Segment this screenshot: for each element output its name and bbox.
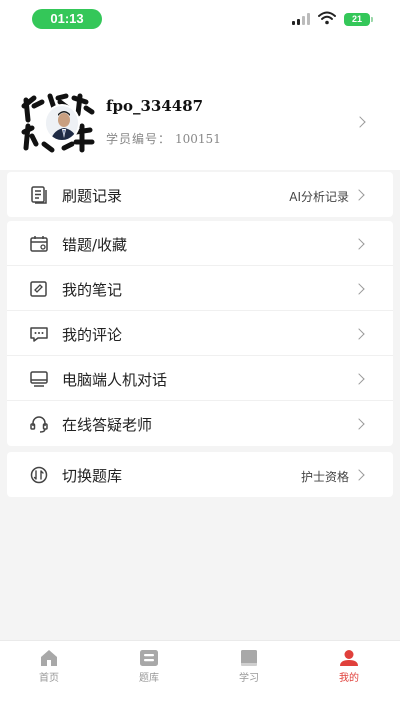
home-icon	[41, 650, 57, 666]
status-time: 01:13	[32, 9, 102, 29]
tab-study[interactable]: 学习	[224, 647, 274, 687]
note-icon	[30, 281, 47, 297]
document-icon	[31, 186, 47, 204]
menu-item-label: 我的评论	[62, 326, 123, 344]
calendar-icon	[30, 236, 48, 252]
records-card: 刷题记录 AI分析记录	[7, 172, 393, 217]
student-id-value: 100151	[175, 132, 221, 146]
tab-mine[interactable]: 我的	[324, 647, 374, 687]
bottom-tab-bar: 首页 题库 学习 我的	[0, 640, 400, 690]
chevron-right-icon	[353, 238, 365, 250]
wifi-icon	[318, 11, 336, 25]
avatar[interactable]	[20, 92, 96, 154]
username: fpo_334487	[106, 97, 204, 115]
menu-item-label: 刷题记录	[62, 187, 123, 205]
headset-icon	[30, 416, 48, 433]
menu-item-label: 切换题库	[62, 467, 123, 485]
menu-item-comments[interactable]: 我的评论	[7, 311, 393, 356]
avatar-photo	[44, 104, 80, 142]
profile-icon	[340, 650, 358, 666]
menu-item-label: 错题/收藏	[62, 236, 128, 254]
menu-item-computer-dialogue[interactable]: 电脑端人机对话	[7, 356, 393, 401]
menu-item-online-teacher[interactable]: 在线答疑老师	[7, 401, 393, 446]
menu-item-label: 电脑端人机对话	[62, 371, 168, 389]
menu-item-notes[interactable]: 我的笔记	[7, 266, 393, 311]
tab-label: 首页	[39, 673, 59, 684]
comment-icon	[30, 327, 48, 342]
ai-analysis-link[interactable]: AI分析记录	[289, 188, 349, 205]
chevron-right-icon	[353, 283, 365, 295]
computer-icon	[30, 371, 48, 387]
menu-card: 错题/收藏 我的笔记 我的评论 电脑端人机对话 在线答疑老师	[7, 221, 393, 446]
chevron-right-icon	[353, 189, 365, 201]
book-icon	[241, 650, 257, 666]
menu-item-switch-bank[interactable]: 切换题库 护士资格	[7, 452, 393, 497]
tab-label: 我的	[339, 673, 359, 684]
status-bar: 01:13 21	[0, 0, 400, 38]
home-indicator-area	[0, 690, 400, 710]
tab-label: 题库	[139, 673, 159, 684]
switch-icon	[30, 466, 48, 484]
chevron-right-icon	[353, 418, 365, 430]
current-bank-value: 护士资格	[300, 470, 349, 484]
student-id-label: 学员编号：	[106, 132, 172, 146]
menu-item-label: 我的笔记	[62, 281, 123, 299]
tab-home[interactable]: 首页	[24, 647, 74, 687]
signal-icon	[292, 13, 312, 25]
menu-item-wrong-favorites[interactable]: 错题/收藏	[7, 221, 393, 266]
question-bank-icon	[140, 650, 158, 666]
chevron-right-icon	[353, 469, 365, 481]
battery-icon: 21	[344, 13, 373, 26]
menu-item-label: 在线答疑老师	[62, 416, 153, 434]
tab-label: 学习	[239, 673, 259, 684]
chevron-right-icon	[353, 373, 365, 385]
bank-card: 切换题库 护士资格	[7, 452, 393, 497]
tab-question-bank[interactable]: 题库	[124, 647, 174, 687]
menu-item-records[interactable]: 刷题记录 AI分析记录	[7, 172, 393, 217]
chevron-right-icon	[353, 328, 365, 340]
chevron-right-icon	[354, 116, 366, 128]
profile-section[interactable]: fpo_334487 学员编号： 100151	[0, 86, 400, 158]
student-id: 学员编号： 100151	[106, 130, 221, 147]
